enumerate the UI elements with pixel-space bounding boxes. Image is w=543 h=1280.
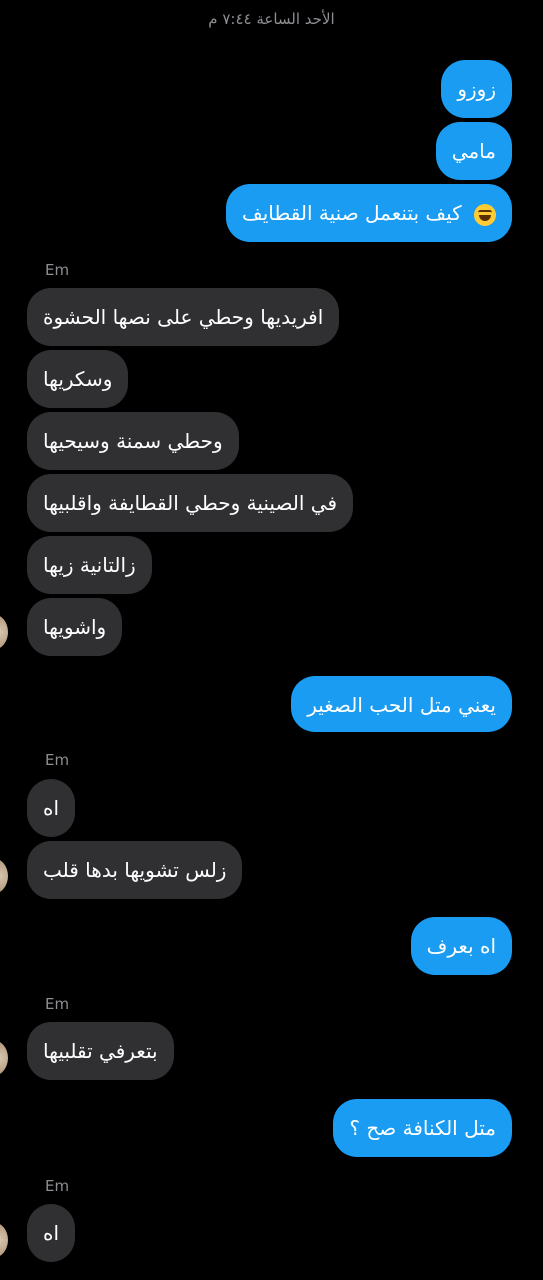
avatar[interactable] [0,858,8,894]
message-text: كيف بتنعمل صنية القطايف [242,201,462,225]
message-text: اه [43,1221,60,1245]
message-bubble-outgoing[interactable]: مامي [435,122,512,180]
conversation-timestamp: الأحد الساعة ٧:٤٤ م [208,10,335,28]
avatar[interactable] [0,1222,8,1258]
avatar[interactable] [0,614,8,650]
message-bubble-outgoing[interactable]: يعني متل الحب الصغير [291,676,512,732]
message-bubble-incoming[interactable]: واشويها [27,598,123,656]
sender-name: Em [45,261,70,279]
message-text: زلس تشويها بدها قلب [43,858,227,882]
message-text: افريديها وحطي على نصها الحشوة [43,305,324,329]
message-text: بتعرفي تقلبيها [43,1039,158,1063]
sender-name: Em [45,751,70,769]
message-text: يعني متل الحب الصغير [307,693,496,717]
message-bubble-incoming[interactable]: وسكريها [27,350,129,408]
message-bubble-outgoing[interactable]: اه بعرف [410,917,512,975]
message-text: زالتانية زيها [43,553,136,577]
message-text: متل الكنافة صح ؟ [349,1116,496,1140]
sender-name: Em [45,995,70,1013]
message-text: اه [43,796,60,820]
message-bubble-outgoing[interactable]: متل الكنافة صح ؟ [333,1099,512,1157]
message-text: وسكريها [43,367,113,391]
message-text: واشويها [43,615,107,639]
message-bubble-incoming[interactable]: وحطي سمنة وسيحيها [27,412,239,470]
message-bubble-outgoing[interactable]: زوزو [441,60,512,118]
message-bubble-incoming[interactable]: بتعرفي تقلبيها [27,1022,174,1080]
avatar[interactable] [0,1040,8,1076]
message-bubble-incoming[interactable]: زلس تشويها بدها قلب [27,841,243,899]
message-text: في الصينية وحطي القطايفة واقلبيها [43,491,338,515]
message-bubble-incoming[interactable]: زالتانية زيها [27,536,152,594]
message-bubble-incoming[interactable]: اه [27,779,76,837]
message-bubble-incoming[interactable]: اه [27,1204,76,1262]
message-text: اه بعرف [426,934,496,958]
sender-name: Em [45,1177,70,1195]
message-bubble-incoming[interactable]: في الصينية وحطي القطايفة واقلبيها [27,474,354,532]
message-bubble-incoming[interactable]: افريديها وحطي على نصها الحشوة [27,288,340,346]
message-text: زوزو [457,77,496,101]
message-bubble-outgoing[interactable]: كيف بتنعمل صنية القطايف [226,184,512,242]
message-text: وحطي سمنة وسيحيها [43,429,223,453]
message-text: مامي [451,139,496,163]
laughing-face-icon [474,203,496,226]
